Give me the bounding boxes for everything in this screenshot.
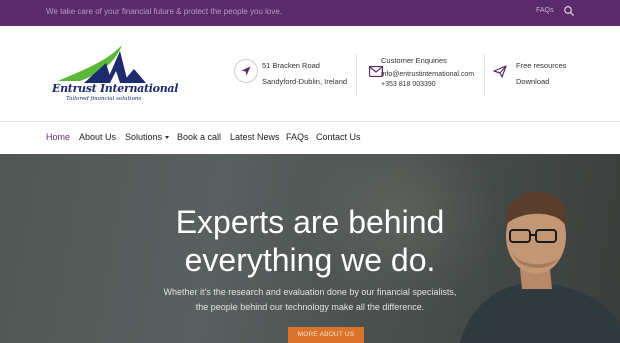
hero-heading-line-2: everything we do. [184,242,436,278]
nav-item-contact-us[interactable]: Contact Us [316,132,361,142]
download-link[interactable]: Download [516,76,566,87]
nav-item-solutions[interactable]: Solutions [125,132,170,142]
top-bar: We take care of your financial future & … [0,0,620,26]
nav-item-solutions-label: Solutions [125,132,163,142]
send-icon [488,59,512,83]
nav-item-faqs[interactable]: FAQs [286,132,309,142]
hero-section: Experts are behind everything we do. Whe… [0,154,620,343]
location-arrow-icon [234,59,258,83]
main-nav: Home About Us Solutions Book a call Late… [0,122,620,154]
top-bar-tagline: We take care of your financial future & … [46,7,282,16]
address-block: 51 Bracken Road Sandyford-Dublin, Irelan… [262,60,347,87]
hero-heading-line-1: Experts are behind [175,204,445,240]
search-icon[interactable] [563,5,575,17]
divider [356,54,357,96]
nav-item-about-us[interactable]: About Us [79,132,116,142]
address-line-2: Sandyford-Dublin, Ireland [262,77,348,86]
more-about-us-button[interactable]: MORE ABOUT US [288,327,364,343]
address-line-1: 51 Bracken Road [262,61,320,70]
resources-block: Free resources Download [516,60,566,87]
hero-subtext-line-2: the people behind our technology make al… [195,302,425,312]
nav-item-book-a-call[interactable]: Book a call [177,132,221,142]
hero-subtext-line-1: Whether it's the research and evaluation… [163,287,457,297]
nav-item-latest-news[interactable]: Latest News [230,132,280,142]
resources-title: Free resources [516,61,567,70]
site-header: Entrust International Tailored financial… [0,26,620,122]
email-link[interactable]: info@entrustinternational.com [381,70,474,80]
enquiries-title: Customer Enquiries [381,56,447,65]
enquiries-block: Customer Enquiries info@entrustinternati… [381,55,474,90]
logo-mark[interactable] [50,41,155,113]
top-bar-faqs-link[interactable]: FAQs [536,7,554,14]
logo-tagline: Tailored financial solutions [66,96,142,102]
logo-name: Entrust International [52,82,179,95]
chevron-down-icon [165,136,170,140]
nav-item-home[interactable]: Home [46,132,70,142]
phone-link[interactable]: +353 818 003390 [381,80,474,90]
divider [484,54,485,96]
